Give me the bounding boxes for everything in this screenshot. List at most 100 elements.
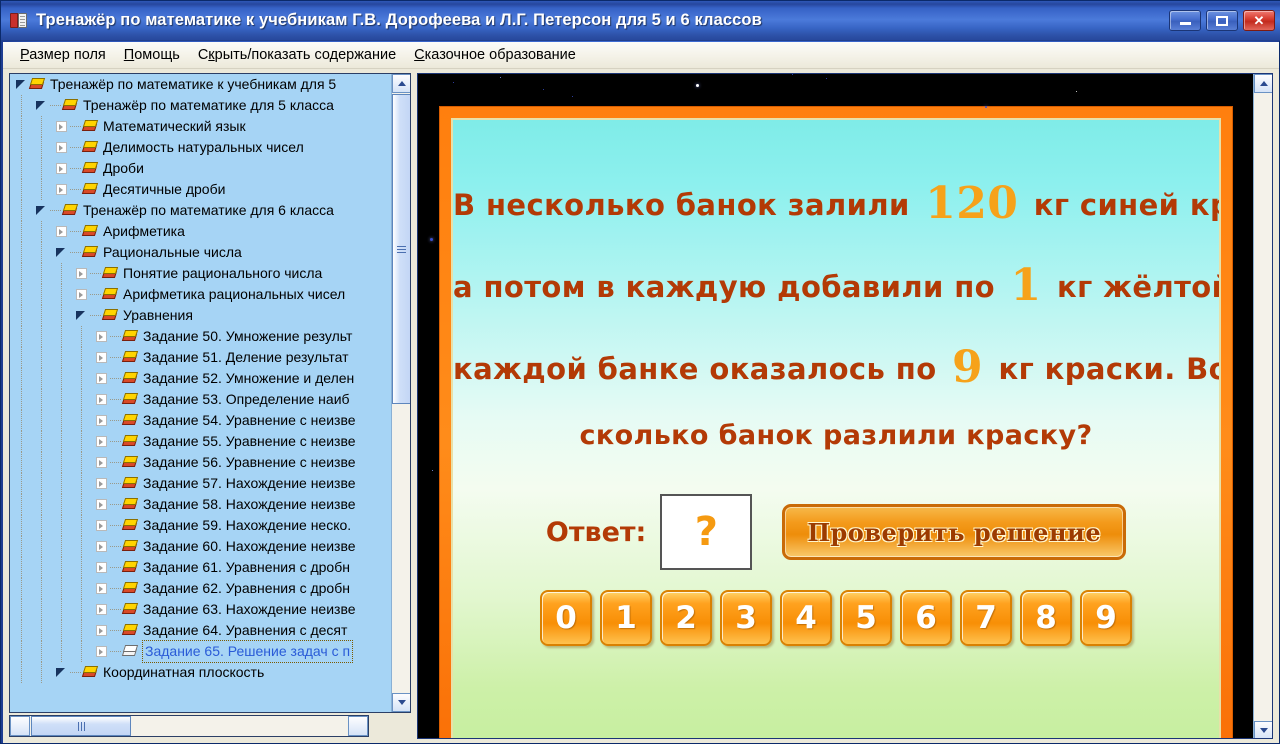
numpad-key-7[interactable]: 7 (960, 590, 1012, 646)
tree-horizontal-scrollbar[interactable] (9, 715, 369, 737)
tree-row[interactable]: Задание 59. Нахождение неско. (10, 515, 391, 536)
expand-toggle-icon[interactable] (96, 541, 107, 552)
expand-toggle-icon[interactable] (96, 520, 107, 531)
tree-row[interactable]: Уравнения (10, 305, 391, 326)
collapse-toggle-icon[interactable] (16, 79, 27, 90)
tree-vertical-scrollbar[interactable] (391, 74, 410, 712)
tree-row[interactable]: Задание 51. Деление результат (10, 347, 391, 368)
tree-row[interactable]: Десятичные дроби (10, 179, 391, 200)
numpad-key-1[interactable]: 1 (600, 590, 652, 646)
expand-toggle-icon[interactable] (96, 646, 107, 657)
tree-row[interactable]: Координатная плоскость (10, 662, 391, 683)
tree-scroll-down-button[interactable] (392, 693, 410, 712)
maximize-button[interactable] (1206, 10, 1238, 31)
numpad-key-5[interactable]: 5 (840, 590, 892, 646)
minimize-button[interactable] (1169, 10, 1201, 31)
tree-row[interactable]: Задание 55. Уравнение с неизве (10, 431, 391, 452)
expand-toggle-icon[interactable] (56, 226, 67, 237)
expand-toggle-icon[interactable] (96, 604, 107, 615)
collapse-toggle-icon[interactable] (56, 247, 67, 258)
menu-item-0[interactable]: Размер поля (11, 45, 115, 65)
tree-row[interactable]: Задание 65. Решение задач с п (10, 640, 391, 663)
star-decoration (984, 105, 987, 108)
contents-tree[interactable]: Тренажёр по математике к учебникам для 5… (10, 74, 391, 712)
expand-toggle-icon[interactable] (76, 289, 87, 300)
tree-row[interactable]: Задание 61. Уравнения с дробн (10, 557, 391, 578)
numpad-key-9[interactable]: 9 (1080, 590, 1132, 646)
tree-row[interactable]: Арифметика (10, 221, 391, 242)
expand-toggle-icon[interactable] (96, 373, 107, 384)
tree-row[interactable]: Задание 52. Умножение и делен (10, 368, 391, 389)
expand-toggle-icon[interactable] (96, 331, 107, 342)
tree-row[interactable]: Понятие рационального числа (10, 263, 391, 284)
tree-row[interactable]: Задание 64. Уравнения с десят (10, 620, 391, 641)
check-solution-button[interactable]: Проверить решение (782, 504, 1127, 560)
stage-scroll-up-button[interactable] (1254, 74, 1272, 93)
collapse-toggle-icon[interactable] (56, 667, 67, 678)
tree-row[interactable]: Тренажёр по математике к учебникам для 5 (10, 74, 391, 95)
tree-hscroll-thumb[interactable] (31, 716, 131, 736)
numpad-key-4[interactable]: 4 (780, 590, 832, 646)
tree-row[interactable]: Тренажёр по математике для 5 класса (10, 95, 391, 116)
numpad-key-3[interactable]: 3 (720, 590, 772, 646)
expand-toggle-icon[interactable] (96, 457, 107, 468)
tree-scroll-up-button[interactable] (392, 74, 410, 93)
star-decoration (1076, 91, 1078, 93)
numpad-key-6[interactable]: 6 (900, 590, 952, 646)
tree-row[interactable]: Арифметика рациональных чисел (10, 284, 391, 305)
tree-guide-line (81, 557, 82, 578)
tree-guide-line (21, 179, 22, 200)
expand-toggle-icon[interactable] (76, 268, 87, 279)
expand-toggle-icon[interactable] (96, 583, 107, 594)
expand-toggle-icon[interactable] (56, 121, 67, 132)
close-button[interactable]: ✕ (1243, 10, 1275, 31)
tree-row[interactable]: Задание 53. Определение наиб (10, 389, 391, 410)
collapse-toggle-icon[interactable] (36, 205, 47, 216)
tree-row[interactable]: Делимость натуральных чисел (10, 137, 391, 158)
collapse-toggle-icon[interactable] (76, 310, 87, 321)
tree-row[interactable]: Задание 58. Нахождение неизве (10, 494, 391, 515)
expand-toggle-icon[interactable] (96, 394, 107, 405)
tree-scroll-left-button[interactable] (10, 716, 30, 736)
expand-toggle-icon[interactable] (56, 163, 67, 174)
tree-row[interactable]: Задание 56. Уравнение с неизве (10, 452, 391, 473)
stage-vertical-scrollbar[interactable] (1253, 74, 1272, 738)
expand-toggle-icon[interactable] (96, 352, 107, 363)
tree-guide-line (21, 389, 22, 410)
tree-scroll-thumb[interactable] (392, 94, 410, 404)
expand-toggle-icon[interactable] (96, 478, 107, 489)
tree-row[interactable]: Задание 54. Уравнение с неизве (10, 410, 391, 431)
expand-toggle-icon[interactable] (96, 499, 107, 510)
expand-toggle-icon[interactable] (56, 142, 67, 153)
tree-scroll-right-button[interactable] (348, 716, 368, 736)
menu-item-2[interactable]: Скрыть/показать содержание (189, 45, 405, 65)
tree-row[interactable]: Тренажёр по математике для 6 класса (10, 200, 391, 221)
tree-guide-line (61, 452, 62, 473)
expand-toggle-icon[interactable] (56, 184, 67, 195)
star-decoration (499, 76, 501, 78)
tree-row[interactable]: Математический язык (10, 116, 391, 137)
expand-toggle-icon[interactable] (96, 625, 107, 636)
tree-row[interactable]: Рациональные числа (10, 242, 391, 263)
menu-accelerator: к (208, 47, 215, 63)
tree-row-label: Задание 53. Определение наиб (143, 391, 350, 407)
answer-input[interactable]: ? (660, 494, 753, 570)
numpad-key-8[interactable]: 8 (1020, 590, 1072, 646)
window-controls: ✕ (1169, 10, 1275, 31)
tree-row[interactable]: Задание 62. Уравнения с дробн (10, 578, 391, 599)
expand-toggle-icon[interactable] (96, 562, 107, 573)
tree-row[interactable]: Задание 57. Нахождение неизве (10, 473, 391, 494)
stage-scroll-down-button[interactable] (1254, 721, 1272, 738)
numpad-key-0[interactable]: 0 (540, 590, 592, 646)
menu-item-3[interactable]: Сказочное образование (405, 45, 585, 65)
menu-item-1[interactable]: Помощь (115, 45, 189, 65)
collapse-toggle-icon[interactable] (36, 100, 47, 111)
numpad-key-2[interactable]: 2 (660, 590, 712, 646)
expand-toggle-icon[interactable] (96, 436, 107, 447)
tree-row[interactable]: Задание 60. Нахождение неизве (10, 536, 391, 557)
tree-row[interactable]: Дроби (10, 158, 391, 179)
tree-row[interactable]: Задание 50. Умножение результ (10, 326, 391, 347)
book-icon (81, 225, 99, 238)
tree-row[interactable]: Задание 63. Нахождение неизве (10, 599, 391, 620)
expand-toggle-icon[interactable] (96, 415, 107, 426)
